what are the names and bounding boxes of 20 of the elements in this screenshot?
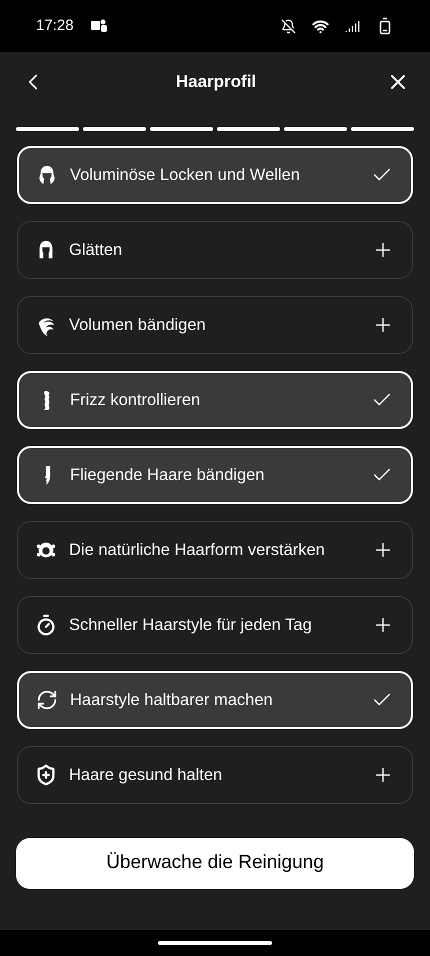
option-card[interactable]: Frizz kontrollieren (17, 371, 413, 429)
primary-button[interactable]: Überwache die Reinigung (16, 838, 414, 889)
stopwatch-icon (35, 614, 57, 636)
option-card[interactable]: Voluminöse Locken und Wellen (17, 146, 413, 204)
signal-icon (345, 18, 360, 34)
refresh-icon (36, 689, 58, 711)
wifi-icon (312, 18, 329, 34)
mute-icon (281, 18, 296, 34)
option-card[interactable]: Die natürliche Haarform verstärken (17, 521, 413, 579)
status-time: 17:28 (36, 16, 74, 36)
shield-plus-icon (35, 764, 57, 786)
page-title: Haarprofil (174, 71, 258, 94)
option-card[interactable]: Haarstyle haltbarer machen (17, 671, 413, 729)
frizz-strand-icon (43, 390, 51, 410)
option-card[interactable]: Volumen bändigen (17, 296, 413, 354)
option-card[interactable]: Schneller Haarstyle für jeden Tag (17, 596, 413, 654)
hair-strand-icon (44, 466, 50, 484)
option-card[interactable]: Glätten (17, 221, 413, 279)
option-card[interactable]: Fliegende Haare bändigen (17, 446, 413, 504)
option-card[interactable]: Haare gesund halten (17, 746, 413, 804)
